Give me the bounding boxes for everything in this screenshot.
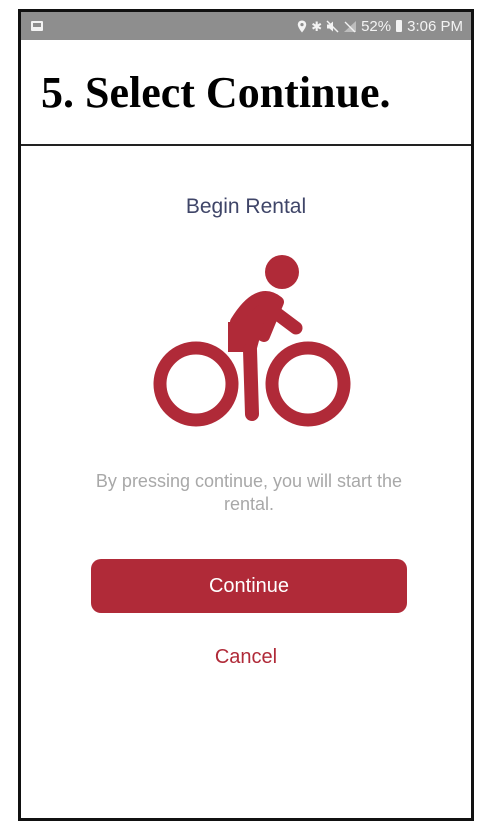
status-bar: ✱ 52% 3:06 PM — [21, 12, 471, 40]
location-icon — [297, 20, 307, 32]
continue-button[interactable]: Continue — [91, 559, 407, 613]
phone-screenshot-frame: ✱ 52% 3:06 PM 5. Select Continue. Begin … — [18, 9, 474, 821]
image-notification-icon — [31, 21, 43, 31]
rental-message: By pressing continue, you will start the… — [95, 471, 403, 514]
bicycle-rider-icon — [153, 255, 351, 427]
status-time: 3:06 PM — [407, 17, 463, 35]
instruction-caption: 5. Select Continue. — [21, 40, 471, 146]
battery-icon — [396, 20, 403, 32]
status-bar-right: ✱ 52% 3:06 PM — [297, 18, 463, 35]
bluetooth-icon: ✱ — [311, 18, 323, 34]
cancel-button[interactable]: Cancel — [21, 646, 471, 669]
screen-title: Begin Rental — [185, 195, 307, 218]
mute-icon — [326, 19, 339, 33]
instruction-text: 5. Select Continue. — [41, 67, 391, 117]
battery-percentage: 52% — [361, 17, 392, 35]
status-bar-left — [31, 21, 43, 31]
signal-icon — [344, 20, 357, 32]
